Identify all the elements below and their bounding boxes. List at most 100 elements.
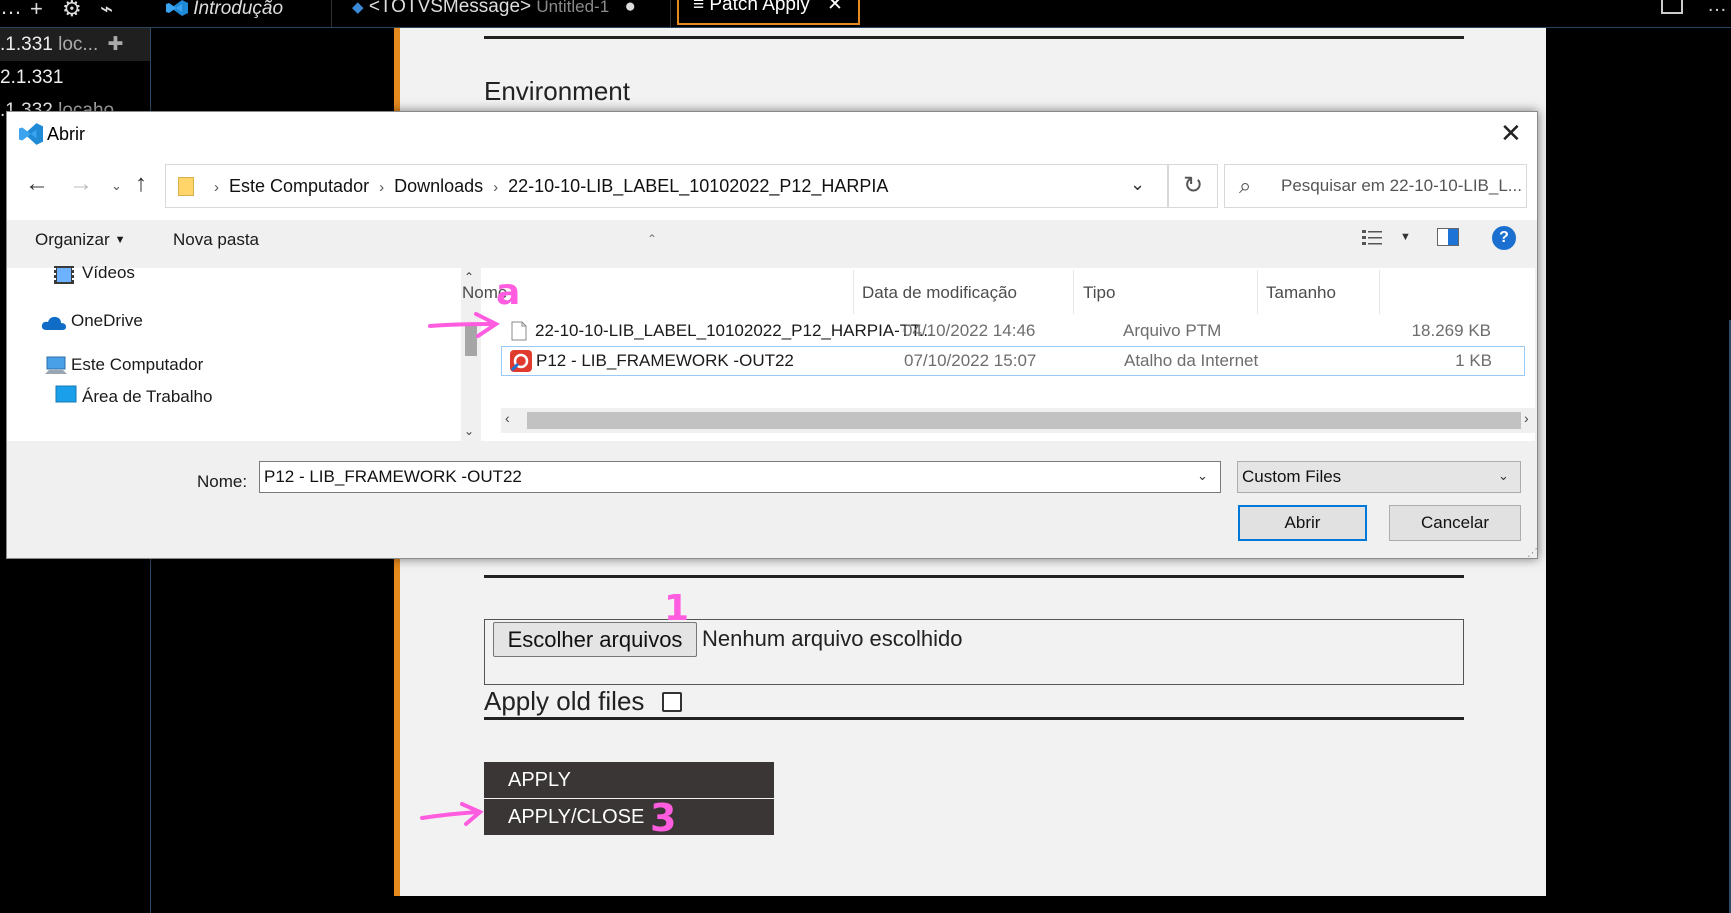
annotation-letter: a bbox=[496, 272, 521, 313]
search-placeholder: Pesquisar em 22-10-10-LIB_L... bbox=[1281, 176, 1521, 195]
file-name: P12 - LIB_FRAMEWORK -OUT22 bbox=[536, 351, 794, 370]
filename-input[interactable] bbox=[259, 461, 1221, 493]
more-actions-icon[interactable]: … bbox=[1707, 0, 1727, 17]
help-icon[interactable]: ? bbox=[1492, 226, 1516, 250]
diamond-icon: ◆ bbox=[352, 0, 364, 16]
back-arrow-icon[interactable]: ← bbox=[25, 170, 49, 198]
chevron-down-icon[interactable]: ⌄ bbox=[1498, 468, 1509, 484]
caret-down-icon[interactable]: ▼ bbox=[1400, 231, 1411, 243]
apply-button[interactable]: APPLY bbox=[484, 762, 774, 798]
resize-grip-icon[interactable]: ⋰ bbox=[1527, 546, 1538, 559]
column-header-date[interactable]: Data de modificação bbox=[862, 283, 1017, 303]
tab-label: Introdução bbox=[193, 0, 284, 19]
tab-divider bbox=[670, 0, 671, 27]
chevron-up-icon[interactable]: ⌃ bbox=[464, 270, 474, 284]
environment-label: Environment bbox=[484, 76, 630, 106]
chevron-right-icon[interactable]: › bbox=[1524, 410, 1529, 426]
divider bbox=[484, 36, 1464, 39]
annotation-arrow bbox=[420, 802, 484, 826]
apply-old-files-checkbox[interactable] bbox=[662, 692, 682, 712]
cancel-button[interactable]: Cancelar bbox=[1389, 505, 1521, 541]
search-input[interactable]: ⌕ Pesquisar em 22-10-10-LIB_L... bbox=[1224, 164, 1527, 208]
organize-menu-button[interactable]: Organizar ▼ bbox=[35, 230, 126, 250]
column-divider bbox=[1257, 270, 1258, 314]
nav-item-computer[interactable]: Este Computador bbox=[71, 355, 203, 375]
file-type-select[interactable]: Custom Files bbox=[1237, 461, 1521, 493]
horizontal-scrollbar-thumb[interactable] bbox=[527, 412, 1521, 429]
file-row-selected[interactable]: P12 - LIB_FRAMEWORK -OUT22 07/10/2022 15… bbox=[501, 346, 1525, 376]
chevron-down-icon[interactable]: ⌄ bbox=[1197, 468, 1208, 484]
sidebar-item-label: 2.1.331 bbox=[0, 67, 64, 88]
desktop-icon bbox=[55, 385, 77, 403]
organize-label: Organizar bbox=[35, 230, 110, 249]
close-icon[interactable]: ✕ bbox=[1500, 118, 1522, 148]
file-name: 22-10-10-LIB_LABEL_10102022_P12_HARPIA-T… bbox=[535, 321, 933, 340]
caret-down-icon: ▼ bbox=[114, 234, 126, 246]
nav-item-videos[interactable]: Vídeos bbox=[82, 263, 135, 283]
breadcrumb-item[interactable]: 22-10-10-LIB_LABEL_10102022_P12_HARPIA bbox=[508, 176, 888, 196]
tab-introducao[interactable]: Introdução bbox=[166, 0, 283, 27]
tab-label: Patch Apply bbox=[709, 0, 810, 15]
unsaved-dot-icon[interactable]: ● bbox=[624, 0, 635, 17]
filename-label: Nome: bbox=[197, 472, 248, 491]
close-tab-icon[interactable]: ✕ bbox=[827, 0, 843, 15]
file-row[interactable]: 22-10-10-LIB_LABEL_10102022_P12_HARPIA-T… bbox=[501, 316, 1525, 346]
open-button[interactable]: Abrir bbox=[1238, 505, 1367, 541]
video-folder-icon bbox=[54, 266, 74, 284]
divider bbox=[484, 717, 1464, 720]
tab-label: <TOTVSMessage> bbox=[368, 0, 532, 17]
annotation-arrow bbox=[428, 312, 500, 338]
split-editor-icon[interactable] bbox=[1661, 0, 1683, 14]
sidebar-item-suffix: loc... bbox=[58, 34, 99, 55]
tab-patch-apply[interactable]: ≡ Patch Apply ✕ bbox=[677, 0, 860, 25]
plug-icon[interactable]: ✚ bbox=[108, 34, 124, 55]
apply-old-files-label: Apply old files bbox=[484, 686, 645, 716]
details-view-icon[interactable] bbox=[1361, 228, 1383, 248]
apply-close-button[interactable]: APPLY/CLOSE bbox=[484, 799, 774, 835]
recent-locations-chevron-icon[interactable]: ⌄ bbox=[111, 178, 122, 194]
sidebar-item-label: .1.331 bbox=[0, 34, 53, 55]
tab-totvs-message[interactable]: ◆ <TOTVSMessage> Untitled-1 ● bbox=[352, 0, 636, 27]
refresh-icon: ↻ bbox=[1182, 172, 1204, 199]
chevron-right-icon: › bbox=[493, 179, 499, 196]
search-icon: ⌕ bbox=[1239, 173, 1252, 198]
refresh-button[interactable]: ↻ bbox=[1168, 164, 1218, 208]
forward-arrow-icon[interactable]: → bbox=[69, 170, 93, 198]
file-icon bbox=[511, 321, 527, 341]
folder-icon bbox=[178, 177, 194, 196]
breadcrumb-item[interactable]: Este Computador bbox=[229, 176, 369, 196]
column-header-size[interactable]: Tamanho bbox=[1266, 283, 1336, 303]
preview-pane-icon[interactable] bbox=[1437, 228, 1459, 246]
file-type: Arquivo PTM bbox=[1123, 321, 1222, 340]
menu-lines-icon: ≡ bbox=[693, 0, 705, 15]
nav-item-onedrive[interactable]: OneDrive bbox=[71, 311, 143, 331]
computer-icon bbox=[45, 356, 67, 374]
sidebar-item[interactable]: .1.331 loc... ✚ bbox=[0, 28, 150, 61]
chevron-down-icon[interactable]: ⌄ bbox=[1130, 174, 1145, 195]
column-header-type[interactable]: Tipo bbox=[1083, 283, 1115, 303]
address-bar[interactable]: › Este Computador › Downloads › 22-10-10-LIB_… bbox=[165, 164, 1168, 208]
vscode-icon bbox=[166, 0, 188, 16]
column-divider bbox=[1073, 270, 1074, 314]
chevron-left-icon[interactable]: ‹ bbox=[505, 410, 510, 426]
file-size: 1 KB bbox=[1455, 351, 1492, 370]
dialog-title: Abrir bbox=[47, 124, 86, 144]
nav-item-desktop[interactable]: Área de Trabalho bbox=[82, 387, 212, 407]
file-type: Atalho da Internet bbox=[1124, 351, 1259, 370]
chevron-down-icon[interactable]: ⌄ bbox=[464, 424, 474, 438]
plus-icon[interactable]: + bbox=[30, 0, 43, 22]
tab-file-label: Untitled-1 bbox=[536, 0, 610, 16]
vscode-icon bbox=[19, 123, 43, 145]
pulse-icon[interactable]: ⌁ bbox=[100, 0, 113, 22]
new-folder-button[interactable]: Nova pasta bbox=[173, 230, 259, 250]
more-icon[interactable]: … bbox=[0, 0, 22, 20]
breadcrumb: › Este Computador › Downloads › 22-10-10-LIB_… bbox=[204, 165, 888, 207]
column-divider bbox=[1379, 270, 1380, 314]
sidebar-item[interactable]: 2.1.331 bbox=[0, 61, 150, 94]
breadcrumb-item[interactable]: Downloads bbox=[394, 176, 483, 196]
chevron-right-icon: › bbox=[379, 179, 385, 196]
up-arrow-icon[interactable]: ↑ bbox=[135, 170, 147, 198]
file-size: 18.269 KB bbox=[1411, 321, 1491, 340]
divider bbox=[484, 575, 1464, 578]
gear-icon[interactable]: ⚙ bbox=[62, 0, 82, 22]
